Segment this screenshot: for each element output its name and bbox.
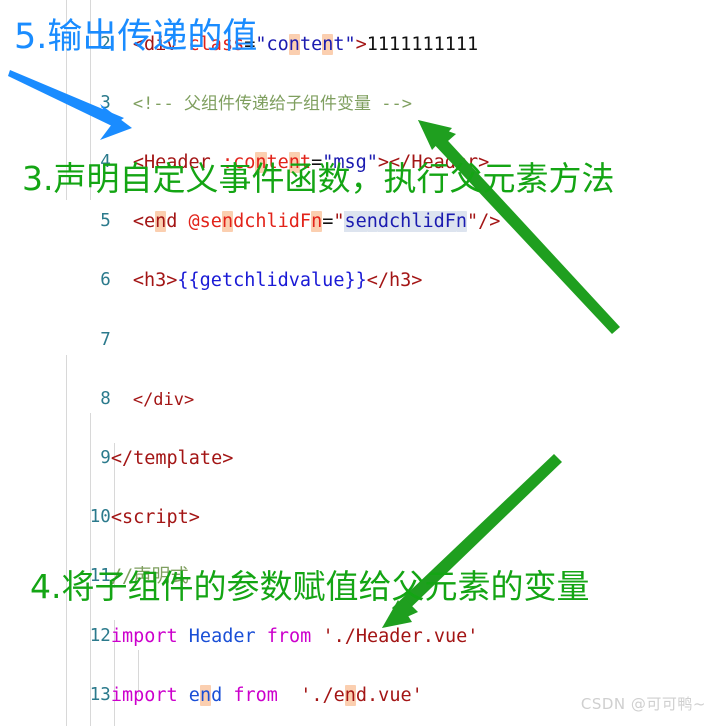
- code-line[interactable]: 5 <end @sendchlidFn="sendchlidFn"/>: [0, 178, 720, 233]
- line-content[interactable]: <div class="content">1111111111: [111, 30, 478, 60]
- line-content[interactable]: <Header :content="msg"></Header>: [111, 148, 489, 178]
- code-line[interactable]: 4 <Header :content="msg"></Header>: [0, 118, 720, 173]
- code-line[interactable]: 11//声明式: [0, 533, 720, 587]
- code-line[interactable]: 7: [0, 296, 720, 350]
- code-line[interactable]: 3 <!-- 父组件传递给子组件变量 -->: [0, 59, 720, 114]
- line-number: 4: [100, 151, 111, 172]
- code-line[interactable]: 10<script>: [0, 474, 720, 528]
- line-number: 6: [100, 270, 111, 291]
- code-editor[interactable]: 2 <div class="content">1111111111 3 <!-- 父…: [0, 0, 720, 726]
- line-number: 13: [89, 684, 111, 705]
- line-content[interactable]: <script>: [111, 503, 200, 533]
- code-line[interactable]: 6 <h3>{{getchlidvalue}}</h3>: [0, 237, 720, 291]
- line-content[interactable]: </template>: [111, 444, 234, 474]
- line-content[interactable]: import end from './end.vue': [111, 681, 423, 711]
- line-number: 12: [89, 625, 111, 646]
- line-number: 5: [100, 211, 111, 232]
- line-number: 9: [100, 447, 111, 468]
- line-number: 11: [89, 566, 111, 587]
- line-content[interactable]: </div>: [111, 385, 194, 416]
- line-content[interactable]: <h3>{{getchlidvalue}}</h3>: [111, 266, 423, 296]
- line-number: 2: [100, 33, 111, 54]
- line-content[interactable]: import Header from './Header.vue': [111, 622, 479, 652]
- line-content[interactable]: <!-- 父组件传递给子组件变量 -->: [111, 89, 412, 120]
- code-line[interactable]: 2 <div class="content">1111111111: [0, 0, 720, 55]
- line-number: 3: [100, 92, 111, 113]
- line-number: 8: [100, 388, 111, 409]
- code-line[interactable]: 12import Header from './Header.vue': [0, 592, 720, 647]
- line-content[interactable]: <end @sendchlidFn="sendchlidFn"/>: [111, 207, 500, 237]
- line-content[interactable]: //声明式: [111, 562, 189, 592]
- code-line[interactable]: 9</template>: [0, 414, 720, 469]
- csdn-watermark: CSDN @可可鸭~: [580, 695, 706, 713]
- code-screenshot: 2 <div class="content">1111111111 3 <!-- 父…: [0, 0, 720, 726]
- code-line[interactable]: 8 </div>: [0, 355, 720, 410]
- code-line[interactable]: 13import end from './end.vue': [0, 651, 720, 706]
- line-number: 7: [100, 329, 111, 350]
- line-number: 10: [89, 507, 111, 528]
